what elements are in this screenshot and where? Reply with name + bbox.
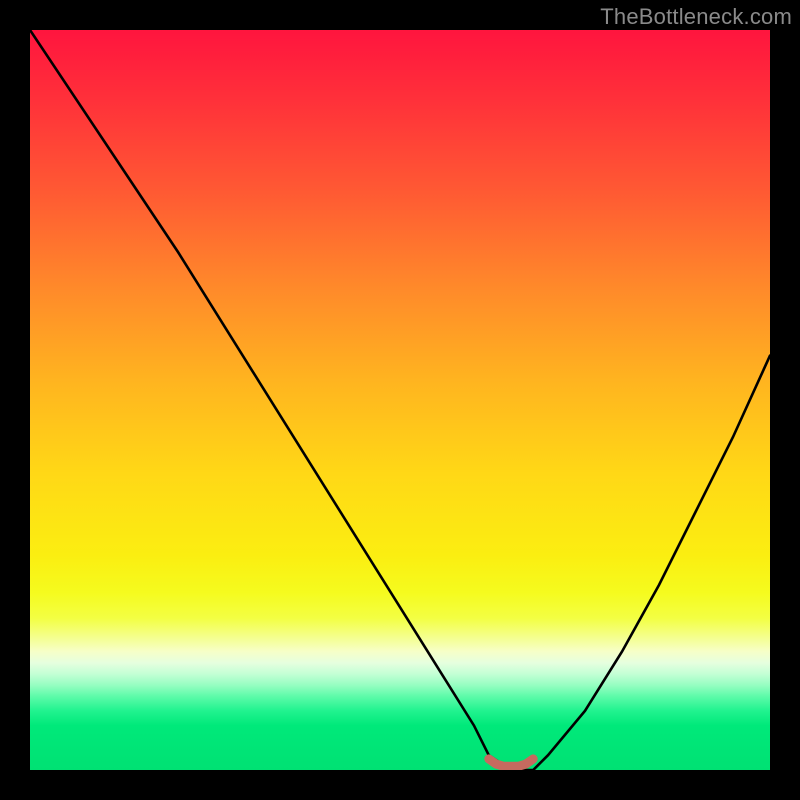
chart-frame: TheBottleneck.com [0, 0, 800, 800]
chart-plot-area [30, 30, 770, 770]
watermark-text: TheBottleneck.com [600, 4, 792, 30]
chart-svg [30, 30, 770, 770]
bottleneck-curve [30, 30, 770, 770]
optimal-range-marker [489, 759, 533, 766]
